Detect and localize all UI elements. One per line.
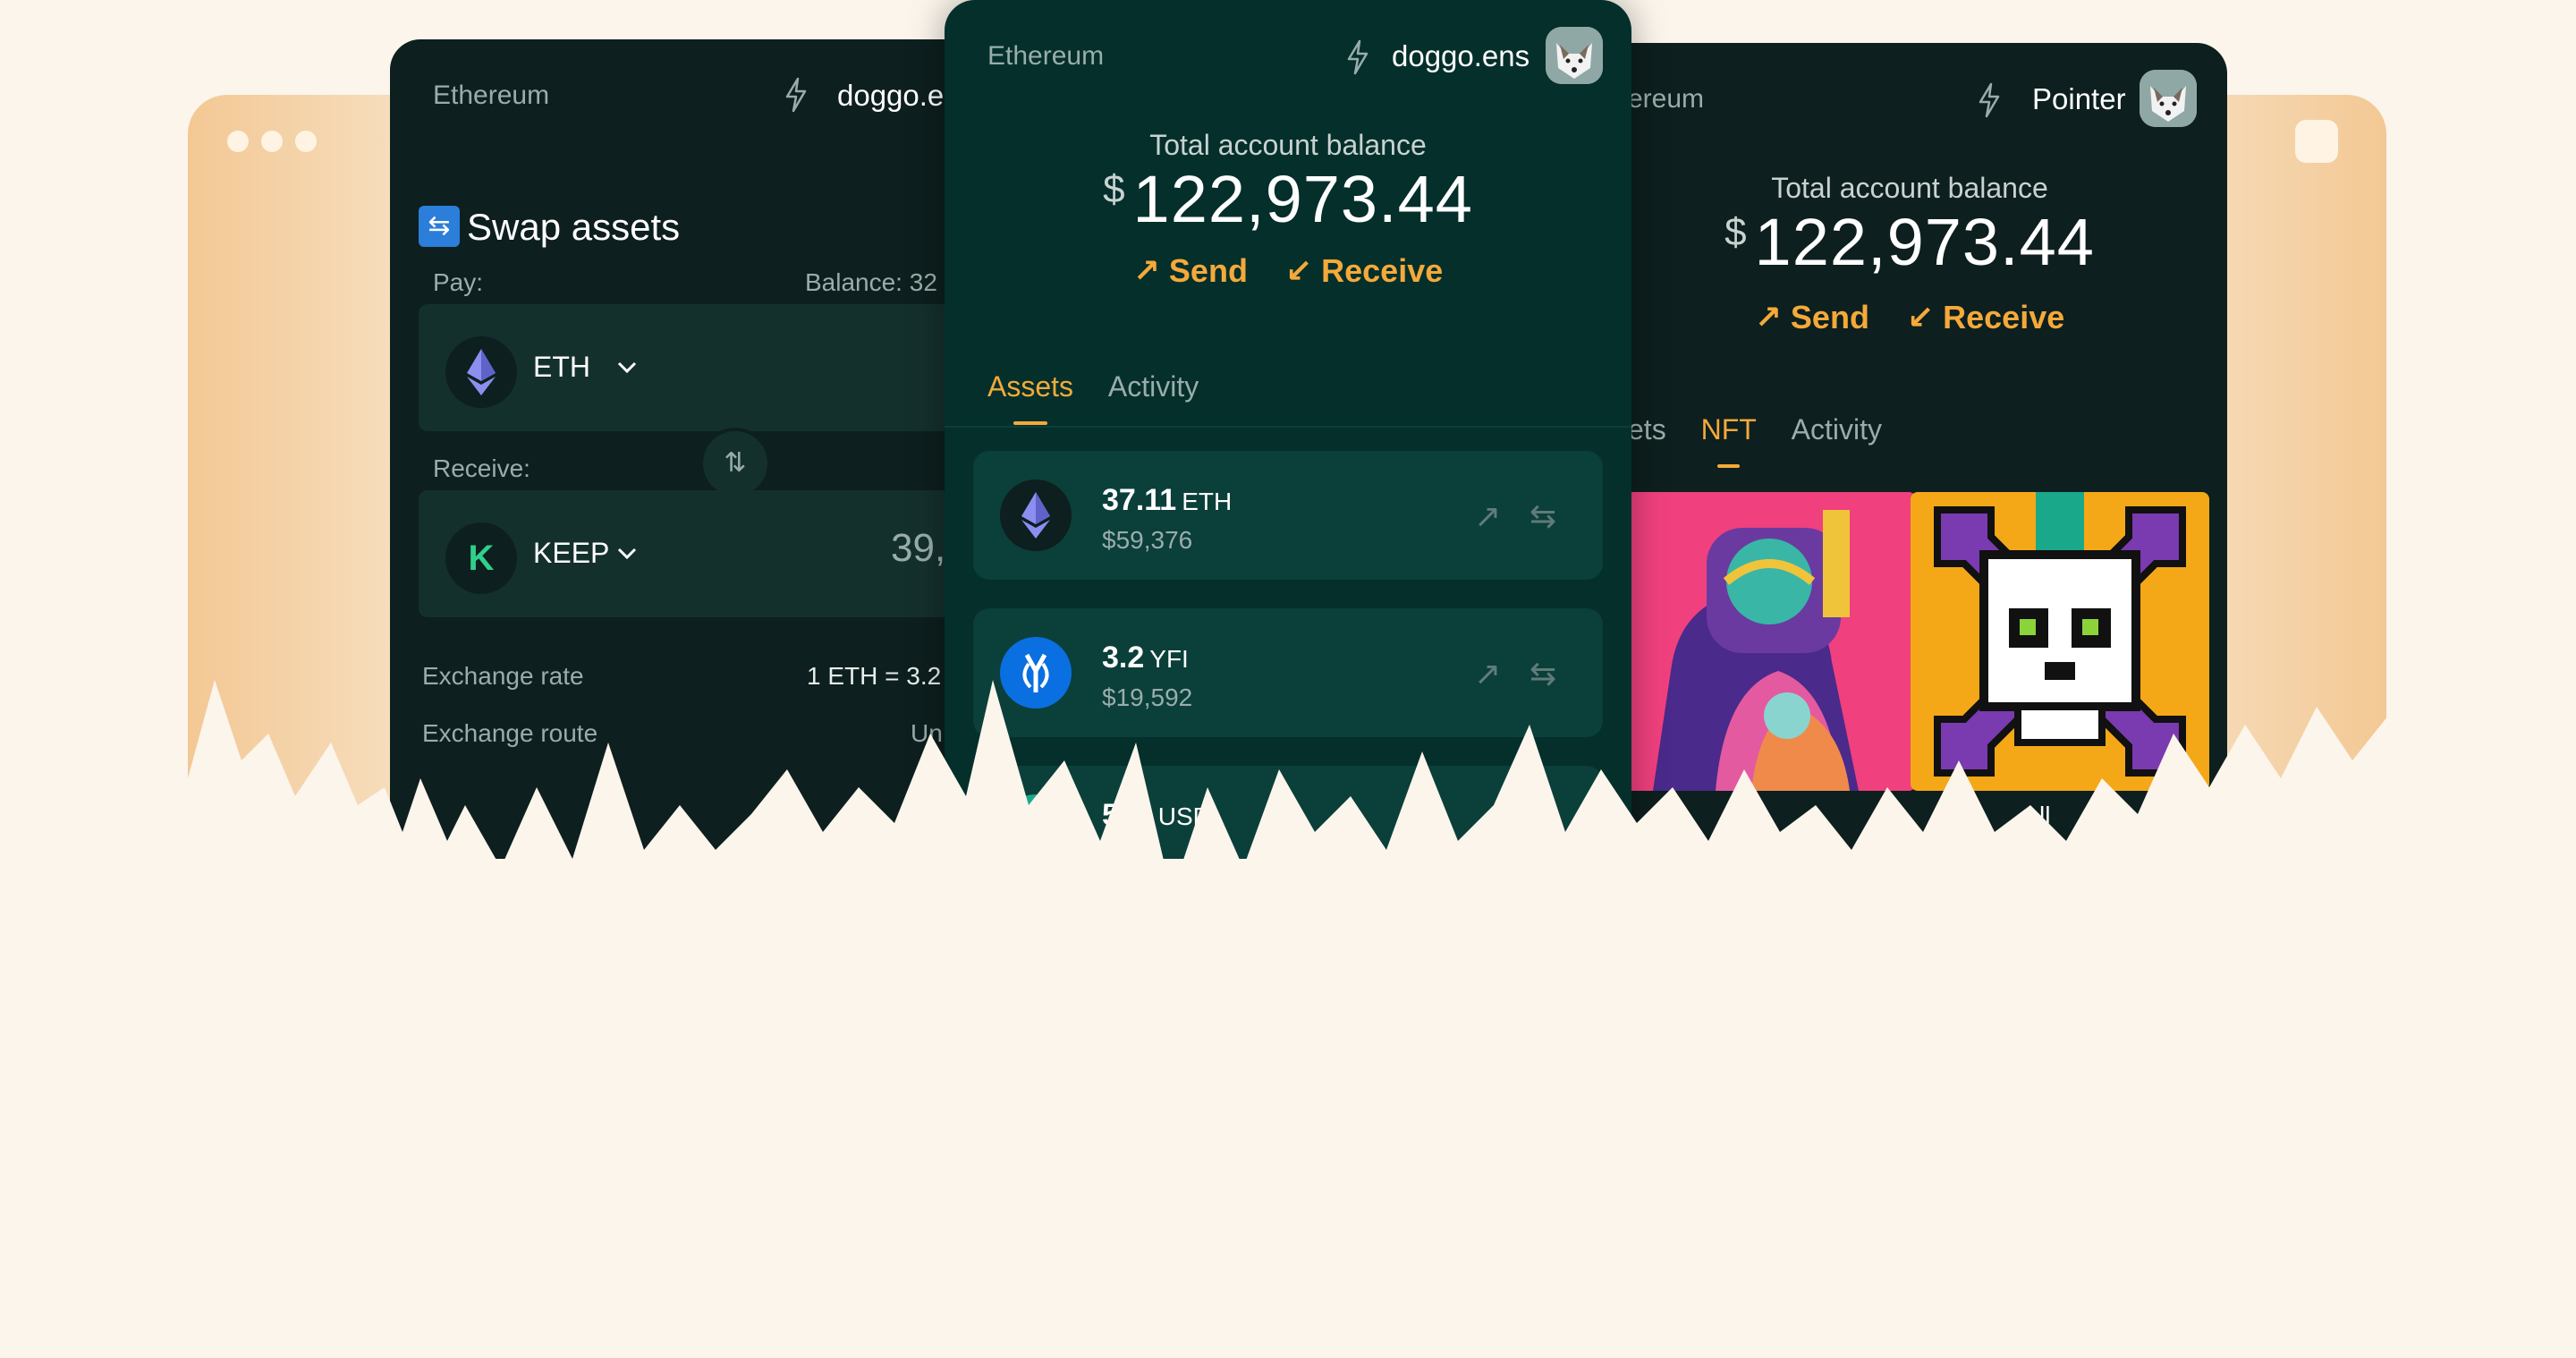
tab-activity[interactable]: Activity [1108,370,1199,403]
tab-assets[interactable]: Assets [987,370,1073,425]
avatar[interactable] [1546,27,1603,84]
wallet-actions: ↗ Send ↙ Receive [945,252,1631,290]
swap-icon: ⇆ [419,206,460,247]
total-balance: $122,973.44 [945,161,1631,237]
divider [945,426,1631,428]
receive-label: Receive: [433,454,530,482]
asset-amount: 37.11 ETH [1102,483,1233,517]
lightning-icon [1979,82,2000,118]
total-balance-label: Total account balance [1149,129,1427,161]
window-dot [227,131,249,152]
avatar[interactable] [2140,70,2197,127]
currency-symbol: $ [1724,210,1748,254]
account-name[interactable]: doggo.e [837,79,944,113]
ethereum-icon [1000,480,1072,551]
swap-icon[interactable]: ⇆ [1530,497,1556,535]
network-label: ereum [1628,84,1705,114]
tab-nft[interactable]: NFT [1701,413,1757,468]
chevron-down-icon [617,361,637,374]
total-balance-value: 122,973.44 [1754,205,2095,279]
window-dot [295,131,317,152]
receive-button[interactable]: ↙ Receive [1285,252,1443,289]
currency-symbol: $ [1103,167,1126,211]
lightning-icon [785,77,807,113]
pay-label: Pay: [433,268,484,296]
network-label: Ethereum [433,81,550,110]
total-balance: $122,973.44 [1592,204,2227,280]
tab-assets[interactable]: ets [1628,413,1666,446]
wallet-actions: ↗ Send ↙ Receive [1592,299,2227,336]
pay-token-name: ETH [533,351,590,383]
total-balance-label: Total account balance [1771,172,2048,204]
window-dot [261,131,283,152]
chevron-down-icon [617,547,637,560]
balance-label: Balance: 32 [805,268,937,296]
receive-token-name: KEEP [533,537,610,569]
asset-fiat-value: $59,376 [1102,526,1193,554]
tab-activity[interactable]: Activity [1792,413,1882,446]
page-title: Swap assets [467,206,681,248]
send-button[interactable]: ↗ Send [1133,252,1248,289]
ethereum-icon [445,336,517,408]
network-label: Ethereum [987,41,1105,71]
keep-icon: K [445,522,517,594]
lightning-icon [1347,39,1368,75]
tab-bar: ets NFT Activity [1628,413,1909,468]
tab-bar: Assets Activity [987,370,1225,425]
send-button[interactable]: ↗ Send [1755,299,1869,335]
window-button [2295,120,2338,163]
account-name[interactable]: Pointer [2032,82,2126,116]
list-item[interactable]: 37.11 ETH $59,376 ↗ ⇆ [973,451,1603,580]
swap-direction-button[interactable]: ⇅ [699,428,771,499]
receive-button[interactable]: ↙ Receive [1907,299,2064,335]
receive-amount: 39, [891,526,946,570]
total-balance-value: 122,973.44 [1132,162,1473,236]
ground [0,859,2576,1358]
account-name[interactable]: doggo.ens [1392,39,1530,73]
send-arrow-icon[interactable]: ↗ [1474,497,1501,535]
